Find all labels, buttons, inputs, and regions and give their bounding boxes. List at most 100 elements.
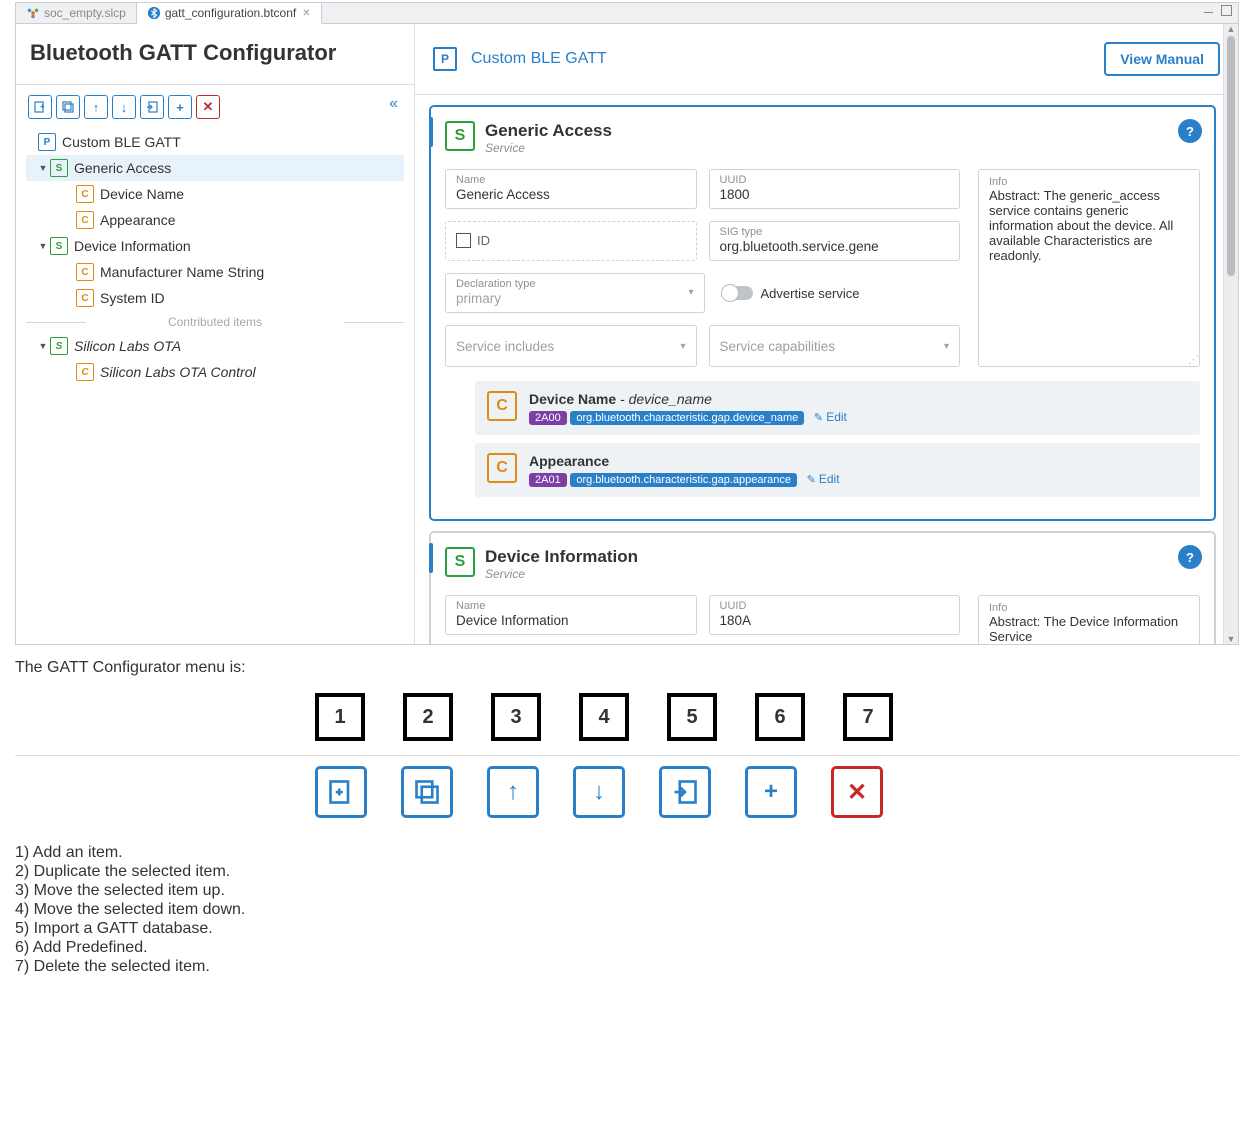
import-button[interactable] (140, 95, 164, 119)
characteristic-row[interactable]: C Appearance 2A01 org.bluetooth.characte… (475, 443, 1200, 497)
id-field[interactable]: ID (445, 221, 697, 261)
checkbox-icon[interactable] (456, 233, 471, 248)
add-item-icon (315, 766, 367, 818)
add-item-button[interactable]: + (28, 95, 52, 119)
legend-item: 3) Move the selected item up. (15, 882, 1239, 900)
add-predefined-button[interactable]: + (168, 95, 192, 119)
service-capabilities-select[interactable]: Service capabilities (709, 325, 961, 367)
legend-list: 1) Add an item. 2) Duplicate the selecte… (15, 844, 1239, 976)
characteristic-icon: C (76, 363, 94, 381)
scroll-thumb[interactable] (1227, 36, 1235, 276)
characteristic-icon: C (487, 391, 517, 421)
gatt-toolbar: + ↑ ↓ + ✕ « (16, 85, 414, 129)
add-predefined-icon: + (745, 766, 797, 818)
tree-characteristic[interactable]: C Manufacturer Name String (26, 259, 404, 285)
advertise-service-toggle[interactable]: Advertise service (717, 273, 961, 313)
tree-characteristic[interactable]: CSystem ID (26, 285, 404, 311)
tab-gatt-config[interactable]: gatt_configuration.btconf ✕ (137, 3, 322, 24)
maximize-icon[interactable] (1221, 5, 1232, 16)
characteristic-icon: C (76, 185, 94, 203)
characteristic-row[interactable]: C Device Name - device_name 2A00 org.blu… (475, 381, 1200, 435)
tree-service[interactable]: ▼SSilicon Labs OTA (26, 333, 404, 359)
legend-num: 1 (315, 693, 365, 741)
legend-num: 4 (579, 693, 629, 741)
legend-item: 5) Import a GATT database. (15, 920, 1239, 938)
service-icon: S (445, 547, 475, 577)
tree-characteristic[interactable]: C Silicon Labs OTA Control (26, 359, 404, 385)
tab-label: soc_empty.slcp (44, 6, 126, 20)
service-subtitle: Service (485, 567, 638, 581)
delete-icon: ✕ (831, 766, 883, 818)
sig-type-field[interactable]: SIG typeorg.bluetooth.service.gene (709, 221, 961, 261)
tree-label: Silicon Labs OTA (74, 338, 181, 354)
editor-tabs: soc_empty.slcp gatt_configuration.btconf… (16, 3, 1238, 24)
name-field[interactable]: NameDevice Information (445, 595, 697, 635)
scroll-up-icon[interactable]: ▲ (1224, 24, 1238, 34)
profile-icon: P (38, 133, 56, 151)
tree-label: Custom BLE GATT (62, 134, 181, 150)
minimize-icon[interactable] (1204, 11, 1213, 13)
duplicate-button[interactable] (56, 95, 80, 119)
characteristic-icon: C (76, 263, 94, 281)
edit-link[interactable]: Edit (807, 472, 840, 486)
tab-soc-empty[interactable]: soc_empty.slcp (16, 3, 137, 23)
move-up-button[interactable]: ↑ (84, 95, 108, 119)
tree-characteristic[interactable]: C Appearance (26, 207, 404, 233)
main-panel: P Custom BLE GATT View Manual ? S Generi… (415, 24, 1238, 644)
service-icon: S (50, 159, 68, 177)
tree-label: Manufacturer Name String (100, 264, 264, 280)
info-text: Abstract: The generic_access service con… (989, 188, 1189, 263)
declaration-type-select[interactable]: Declaration typeprimary (445, 273, 705, 313)
collapse-sidebar-icon[interactable]: « (389, 95, 402, 119)
sidebar: Bluetooth GATT Configurator + ↑ ↓ + ✕ « … (16, 24, 415, 644)
legend-num: 2 (403, 693, 453, 741)
resize-handle-icon[interactable]: ⋰ (1188, 353, 1197, 366)
characteristic-icon: C (487, 453, 517, 483)
delete-button[interactable]: ✕ (196, 95, 220, 119)
edit-link[interactable]: Edit (814, 410, 847, 424)
info-text: Abstract: The Device Information Service (989, 614, 1189, 644)
help-icon[interactable]: ? (1178, 545, 1202, 569)
service-title: Generic Access (485, 121, 612, 141)
window-controls (1200, 5, 1232, 16)
legend-numbers: 1 2 3 4 5 6 7 (15, 693, 1239, 741)
uuid-field[interactable]: UUID180A (709, 595, 961, 635)
view-manual-button[interactable]: View Manual (1104, 42, 1220, 76)
move-down-button[interactable]: ↓ (112, 95, 136, 119)
move-down-icon: ↓ (573, 766, 625, 818)
tree-service[interactable]: ▼SGeneric Access (26, 155, 404, 181)
info-box: InfoAbstract: The generic_access service… (978, 169, 1200, 367)
uuid-field[interactable]: UUID1800 (709, 169, 961, 209)
service-title: Device Information (485, 547, 638, 567)
name-field[interactable]: NameGeneric Access (445, 169, 697, 209)
sig-pill: org.bluetooth.characteristic.gap.device_… (570, 411, 804, 425)
char-title: Device Name (529, 391, 616, 407)
info-box: InfoAbstract: The Device Information Ser… (978, 595, 1200, 644)
tree-label: Silicon Labs OTA Control (100, 364, 256, 380)
tree-characteristic[interactable]: CDevice Name (26, 181, 404, 207)
legend-item: 1) Add an item. (15, 844, 1239, 862)
close-tab-icon[interactable]: ✕ (302, 8, 310, 19)
legend-item: 6) Add Predefined. (15, 939, 1239, 957)
scroll-down-icon[interactable]: ▼ (1224, 634, 1238, 644)
legend-num: 5 (667, 693, 717, 741)
chevron-down-icon[interactable]: ▼ (38, 241, 48, 251)
legend-item: 7) Delete the selected item. (15, 958, 1239, 976)
toggle-icon[interactable] (723, 286, 753, 300)
tree-profile[interactable]: P Custom BLE GATT (26, 129, 404, 155)
help-icon[interactable]: ? (1178, 119, 1202, 143)
service-includes-select[interactable]: Service includes (445, 325, 697, 367)
tab-label: gatt_configuration.btconf (165, 6, 296, 20)
scrollbar[interactable]: ▲ ▼ (1223, 24, 1238, 644)
tree-label: Appearance (100, 212, 176, 228)
toggle-label: Advertise service (761, 286, 860, 301)
char-sub: - device_name (616, 391, 712, 407)
tree-service[interactable]: ▼SDevice Information (26, 233, 404, 259)
chevron-down-icon[interactable]: ▼ (38, 341, 48, 351)
service-card-generic-access: ? S Generic AccessService NameGeneric Ac… (429, 105, 1216, 521)
legend-num: 7 (843, 693, 893, 741)
char-title: Appearance (529, 453, 609, 469)
chevron-down-icon[interactable]: ▼ (38, 163, 48, 173)
characteristic-icon: C (76, 211, 94, 229)
legend-num: 6 (755, 693, 805, 741)
